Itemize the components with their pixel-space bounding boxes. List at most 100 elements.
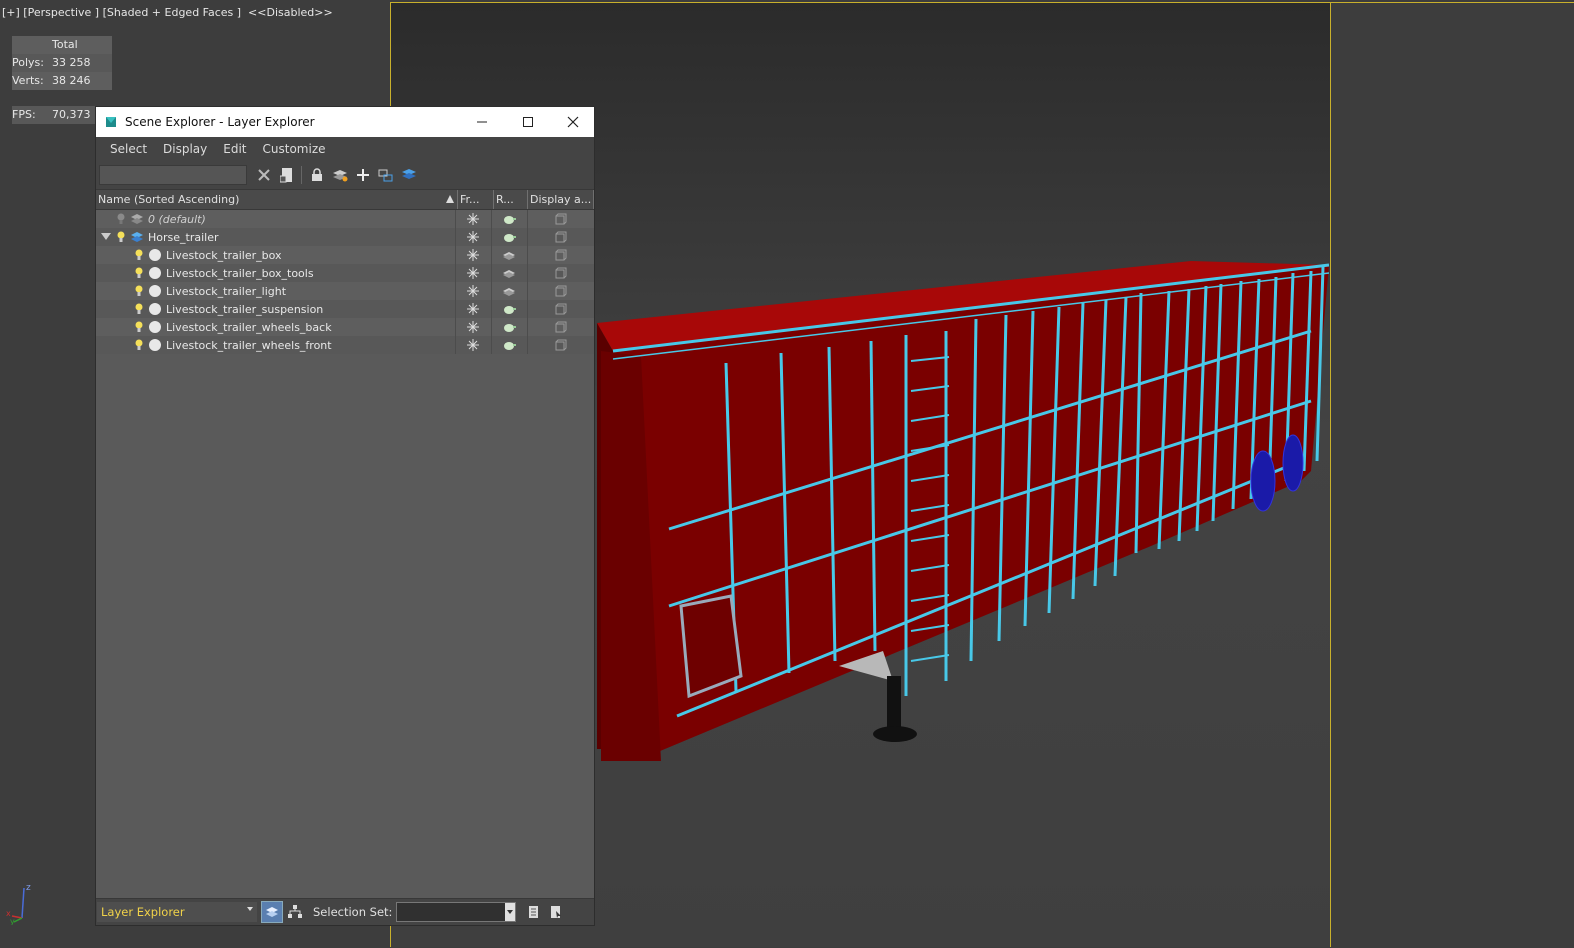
object-row[interactable]: Livestock_trailer_suspension — [96, 300, 594, 318]
viewport-label[interactable]: [+] [Perspective ] [Shaded + Edged Faces… — [2, 6, 333, 19]
display-toggle[interactable] — [526, 282, 594, 300]
layer-row[interactable]: 0 (default) — [96, 210, 594, 228]
menu-edit[interactable]: Edit — [215, 142, 254, 156]
render-toggle[interactable] — [490, 264, 527, 282]
lightbulb-on-icon[interactable] — [134, 302, 144, 316]
freeze-toggle[interactable] — [455, 318, 491, 336]
menu-customize[interactable]: Customize — [255, 142, 334, 156]
lightbulb-on-icon[interactable] — [134, 338, 144, 352]
column-render[interactable]: R... — [494, 190, 528, 209]
display-toggle[interactable] — [526, 336, 594, 354]
teapot-icon — [504, 216, 517, 224]
render-toggle[interactable] — [490, 282, 527, 300]
render-toggle[interactable] — [490, 300, 527, 318]
search-input[interactable] — [99, 165, 247, 185]
hierarchy-select-icon — [378, 169, 393, 182]
minimize-icon — [477, 121, 487, 123]
menu-bar: Select Display Edit Customize — [96, 137, 594, 161]
layer-row[interactable]: Horse_trailer — [96, 228, 594, 246]
selection-set-arrow-icon[interactable] — [505, 903, 516, 921]
3dsmax-icon — [104, 115, 118, 129]
viewport-top-border — [1331, 2, 1574, 3]
create-layer-button[interactable] — [329, 164, 351, 186]
object-sphere-icon — [148, 266, 162, 280]
snowflake-icon — [467, 213, 480, 225]
object-name: Livestock_trailer_wheels_front — [166, 338, 332, 352]
menu-display[interactable]: Display — [155, 142, 215, 156]
freeze-toggle[interactable] — [455, 210, 491, 228]
clear-search-button[interactable] — [253, 164, 275, 186]
column-display[interactable]: Display a... — [528, 190, 594, 209]
explorer-type-dropdown[interactable]: Layer Explorer — [97, 902, 257, 922]
object-row[interactable]: Livestock_trailer_light — [96, 282, 594, 300]
layer-tree: 0 (default) Horse_trailer Livestock_trai… — [96, 210, 594, 354]
maximize-button[interactable] — [505, 107, 551, 137]
lightbulb-off-icon[interactable] — [116, 212, 126, 226]
menu-select[interactable]: Select — [102, 142, 155, 156]
layers-add-icon — [333, 170, 348, 182]
render-toggle[interactable] — [490, 246, 527, 264]
lightbulb-on-icon[interactable] — [134, 266, 144, 280]
layer-name: Horse_trailer — [148, 230, 219, 244]
explorer-toolbar — [96, 161, 594, 189]
selection-set-select-button[interactable] — [546, 902, 566, 922]
display-toggle[interactable] — [526, 300, 594, 318]
object-sphere-icon — [148, 248, 162, 262]
find-button[interactable] — [276, 164, 298, 186]
freeze-toggle[interactable] — [455, 282, 491, 300]
selection-set-dropdown[interactable] — [396, 902, 517, 922]
lightbulb-on-icon[interactable] — [134, 284, 144, 298]
trailer-door — [679, 594, 743, 699]
select-children-button[interactable] — [375, 164, 397, 186]
lock-icon — [312, 168, 322, 181]
render-toggle[interactable] — [490, 336, 527, 354]
sort-by-hierarchy-button[interactable] — [285, 902, 305, 922]
layers-select-icon — [402, 169, 416, 179]
object-row[interactable]: Livestock_trailer_wheels_back — [96, 318, 594, 336]
dialog-titlebar[interactable]: Scene Explorer - Layer Explorer — [96, 107, 594, 137]
sort-by-layer-button[interactable] — [261, 901, 283, 923]
box-display-icon — [555, 213, 567, 225]
freeze-toggle[interactable] — [455, 300, 491, 318]
object-row[interactable]: Livestock_trailer_box_tools — [96, 264, 594, 282]
render-toggle[interactable] — [490, 318, 527, 336]
render-toggle[interactable] — [490, 210, 527, 228]
box-display-icon — [555, 231, 567, 243]
box-display-icon — [555, 303, 567, 315]
lightbulb-on-icon[interactable] — [134, 248, 144, 262]
object-sphere-icon — [148, 302, 162, 316]
snowflake-icon — [467, 321, 480, 333]
close-button[interactable] — [550, 107, 596, 137]
freeze-toggle[interactable] — [455, 246, 491, 264]
box-display-icon — [555, 285, 567, 297]
selection-set-edit-button[interactable] — [524, 902, 544, 922]
column-freeze[interactable]: Fr... — [458, 190, 494, 209]
freeze-toggle[interactable] — [455, 228, 491, 246]
column-name[interactable]: Name (Sorted Ascending) — [96, 190, 458, 209]
display-toggle[interactable] — [526, 210, 594, 228]
lock-toggle[interactable] — [306, 164, 328, 186]
box-display-icon — [555, 267, 567, 279]
collapse-arrow-icon[interactable] — [100, 231, 112, 243]
render-toggle[interactable] — [490, 228, 527, 246]
object-row[interactable]: Livestock_trailer_box — [96, 246, 594, 264]
freeze-toggle[interactable] — [455, 336, 491, 354]
minimize-button[interactable] — [459, 107, 505, 137]
display-toggle[interactable] — [526, 228, 594, 246]
document-list-icon — [529, 906, 539, 918]
snowflake-icon — [467, 303, 480, 315]
select-layer-objects-button[interactable] — [398, 164, 420, 186]
snowflake-icon — [467, 249, 480, 261]
display-toggle[interactable] — [526, 264, 594, 282]
add-to-layer-button[interactable] — [352, 164, 374, 186]
box-display-icon — [555, 339, 567, 351]
object-row[interactable]: Livestock_trailer_wheels_front — [96, 336, 594, 354]
display-toggle[interactable] — [526, 318, 594, 336]
rear-wheel-1 — [1250, 450, 1276, 512]
object-name: Livestock_trailer_box_tools — [166, 266, 314, 280]
freeze-toggle[interactable] — [455, 264, 491, 282]
lightbulb-on-icon[interactable] — [116, 230, 126, 244]
lightbulb-on-icon[interactable] — [134, 320, 144, 334]
layers-icon — [266, 907, 278, 917]
display-toggle[interactable] — [526, 246, 594, 264]
